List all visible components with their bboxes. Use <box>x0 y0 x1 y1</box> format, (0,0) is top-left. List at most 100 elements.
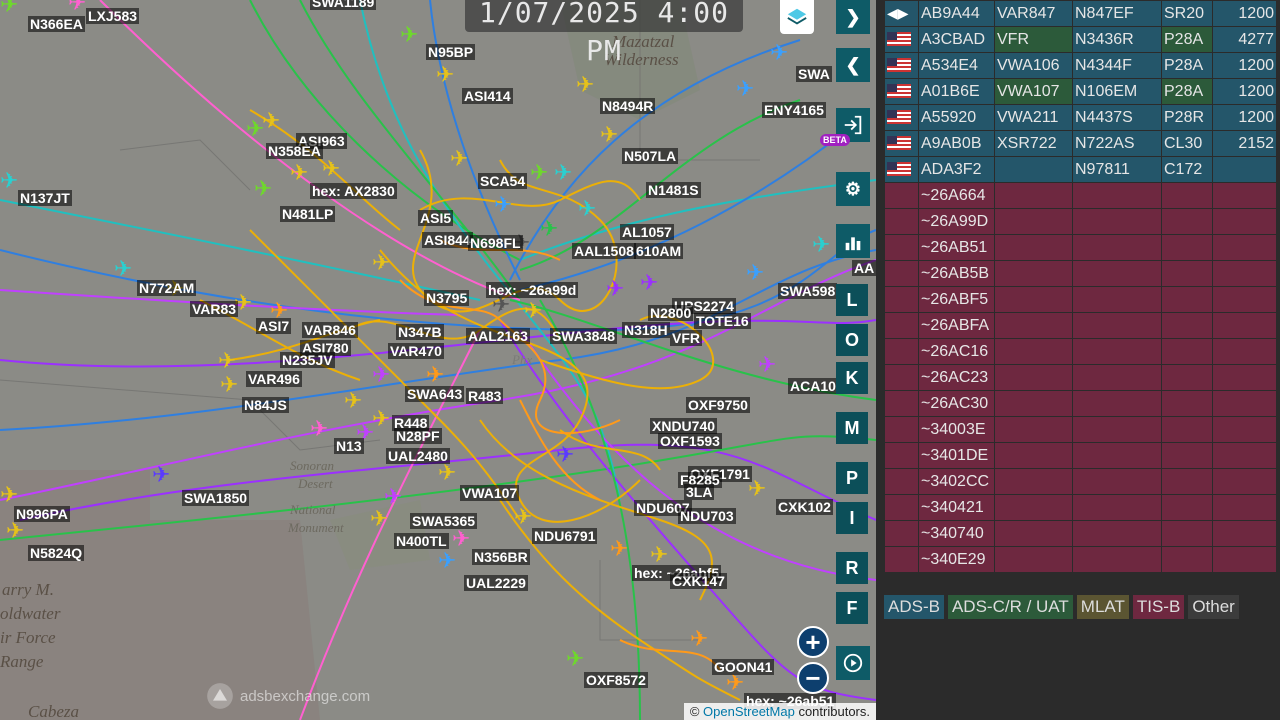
aircraft-label[interactable]: 610AM <box>634 243 684 259</box>
aircraft-label[interactable]: SWA643 <box>405 386 465 402</box>
aircraft-label[interactable]: VWA107 <box>460 485 520 501</box>
aircraft-label[interactable]: SWA598 <box>778 283 838 299</box>
aircraft-label[interactable]: N347B <box>396 324 444 340</box>
aircraft-label[interactable]: OXF9750 <box>686 397 750 413</box>
aircraft-label[interactable]: SWA3848 <box>550 328 618 344</box>
aircraft-label[interactable]: N95BP <box>426 44 476 60</box>
aircraft-label[interactable]: SWA1189 <box>310 0 377 10</box>
table-row[interactable]: ~26A99D <box>885 209 1276 234</box>
aircraft-label[interactable]: hex: AX2830 <box>310 183 397 199</box>
aircraft-label[interactable]: TOTE16 <box>694 313 751 329</box>
aircraft-label[interactable]: N137JT <box>18 190 72 206</box>
collapse-sidebar-button[interactable]: ❮ <box>836 48 870 82</box>
table-row[interactable]: ~26AB5B <box>885 261 1276 286</box>
aircraft-label[interactable]: N3795 <box>424 290 470 306</box>
replay-button[interactable] <box>836 646 870 680</box>
aircraft-label[interactable]: CXK147 <box>670 573 727 589</box>
map-view[interactable]: ✈ ✈ ✈ ✈ ✈ ✈ ✈ ✈ ✈ ✈ ✈ ✈ ✈ ✈ ✈ ✈ ✈ ✈ ✈ ✈ … <box>0 0 876 720</box>
aircraft-label[interactable]: N318H <box>622 322 670 338</box>
aircraft-label[interactable]: 3LA <box>684 484 715 500</box>
aircraft-label[interactable]: XNDU740 <box>650 418 718 434</box>
aircraft-label[interactable]: N481LP <box>280 206 336 222</box>
aircraft-label[interactable]: N358EA <box>266 143 323 159</box>
toggle-button-k[interactable]: K <box>836 362 868 394</box>
swap-arrows-icon[interactable]: ◀▶ <box>887 5 909 21</box>
aircraft-label[interactable]: hex: ~26a99d <box>486 282 579 298</box>
aircraft-label[interactable]: GOON41 <box>712 659 775 675</box>
table-row[interactable]: ~26A664 <box>885 183 1276 208</box>
aircraft-label[interactable]: SCA54 <box>478 173 528 189</box>
toggle-button-i[interactable]: I <box>836 502 868 534</box>
aircraft-label[interactable]: ASI844 <box>422 232 473 248</box>
table-row[interactable]: A9AB0B XSR722 N722AS CL30 2152 <box>885 131 1276 156</box>
table-row[interactable]: ~340740 <box>885 521 1276 546</box>
table-row[interactable]: ~26AC16 <box>885 339 1276 364</box>
aircraft-label[interactable]: UAL2480 <box>386 448 450 464</box>
aircraft-label[interactable]: N28PF <box>394 428 442 444</box>
aircraft-label[interactable]: N2800 <box>648 305 694 321</box>
toggle-button-f[interactable]: F <box>836 592 868 624</box>
aircraft-label[interactable]: SWA5365 <box>410 513 478 529</box>
aircraft-label[interactable]: VAR846 <box>302 322 358 338</box>
aircraft-label[interactable]: N366EA <box>28 16 85 32</box>
altitude-chart-button[interactable] <box>836 224 870 258</box>
aircraft-label[interactable]: N235JV <box>280 352 335 368</box>
table-row[interactable]: ~26AB51 <box>885 235 1276 260</box>
aircraft-label[interactable]: N400TL <box>394 533 449 549</box>
table-row[interactable]: ~340421 <box>885 495 1276 520</box>
aircraft-label[interactable]: AL1057 <box>620 224 674 240</box>
table-row[interactable]: ~26AC30 <box>885 391 1276 416</box>
aircraft-label[interactable]: N996PA <box>14 506 70 522</box>
aircraft-label[interactable]: NDU703 <box>678 508 736 524</box>
table-row[interactable]: A534E4 VWA106 N4344F P28A 1200 <box>885 53 1276 78</box>
aircraft-label[interactable]: N356BR <box>472 549 530 565</box>
table-row[interactable]: ~26ABF5 <box>885 287 1276 312</box>
toggle-button-r[interactable]: R <box>836 552 868 584</box>
aircraft-label[interactable]: N84JS <box>242 397 289 413</box>
aircraft-label[interactable]: N507LA <box>622 148 679 164</box>
aircraft-label[interactable]: AAL1508 <box>572 243 636 259</box>
aircraft-label[interactable]: OXF1593 <box>658 433 722 449</box>
table-row[interactable]: ADA3F2 N97811 C172 <box>885 157 1276 182</box>
zoom-in-button[interactable]: + <box>797 626 829 658</box>
aircraft-label[interactable]: VAR496 <box>246 371 302 387</box>
layers-button[interactable] <box>780 0 814 34</box>
table-row[interactable]: ~34003E <box>885 417 1276 442</box>
osm-link[interactable]: OpenStreetMap <box>703 704 795 719</box>
aircraft-label[interactable]: VAR83 <box>190 301 239 317</box>
zoom-out-button[interactable]: − <box>797 662 829 694</box>
table-row[interactable]: ~26AC23 <box>885 365 1276 390</box>
table-row[interactable]: ~3402CC <box>885 469 1276 494</box>
aircraft-label[interactable]: ASI414 <box>462 88 513 104</box>
aircraft-label[interactable]: N5824Q <box>28 545 85 561</box>
aircraft-label[interactable]: UAL2229 <box>464 575 528 591</box>
aircraft-label[interactable]: ENY4165 <box>762 102 826 118</box>
table-row[interactable]: ~26ABFA <box>885 313 1276 338</box>
toggle-button-m[interactable]: M <box>836 412 868 444</box>
toggle-button-p[interactable]: P <box>836 462 868 494</box>
aircraft-label[interactable]: LXJ583 <box>86 8 140 24</box>
aircraft-label[interactable]: R483 <box>466 388 504 404</box>
table-row[interactable]: ◀▶ AB9A44 VAR847 N847EF SR20 1200 <box>885 1 1276 26</box>
aircraft-label[interactable]: ACA10 <box>788 378 838 394</box>
aircraft-label[interactable]: ASI7 <box>256 318 292 334</box>
expand-sidebar-button[interactable]: ❯ <box>836 0 870 34</box>
table-row[interactable]: A01B6E VWA107 N106EM P28A 1200 <box>885 79 1276 104</box>
aircraft-label[interactable]: VAR470 <box>388 343 444 359</box>
table-row[interactable]: A55920 VWA211 N4437S P28R 1200 <box>885 105 1276 130</box>
aircraft-label[interactable]: SWA1850 <box>182 490 250 506</box>
table-row[interactable]: ~340E29 <box>885 547 1276 572</box>
table-row[interactable]: ~3401DE <box>885 443 1276 468</box>
toggle-button-o[interactable]: O <box>836 324 868 356</box>
aircraft-label[interactable]: ASI5 <box>418 210 454 226</box>
aircraft-label[interactable]: N772AM <box>137 280 197 296</box>
toggle-button-l[interactable]: L <box>836 284 868 316</box>
aircraft-label[interactable]: N1481S <box>646 182 701 198</box>
aircraft-label[interactable]: VFR <box>670 330 702 346</box>
aircraft-label[interactable]: N698FL <box>468 235 523 251</box>
aircraft-label[interactable]: SWA <box>796 66 832 82</box>
aircraft-label[interactable]: AA <box>852 260 876 276</box>
aircraft-label[interactable]: AAL2163 <box>466 328 530 344</box>
aircraft-label[interactable]: N13 <box>334 438 364 454</box>
aircraft-label[interactable]: OXF8572 <box>584 672 648 688</box>
